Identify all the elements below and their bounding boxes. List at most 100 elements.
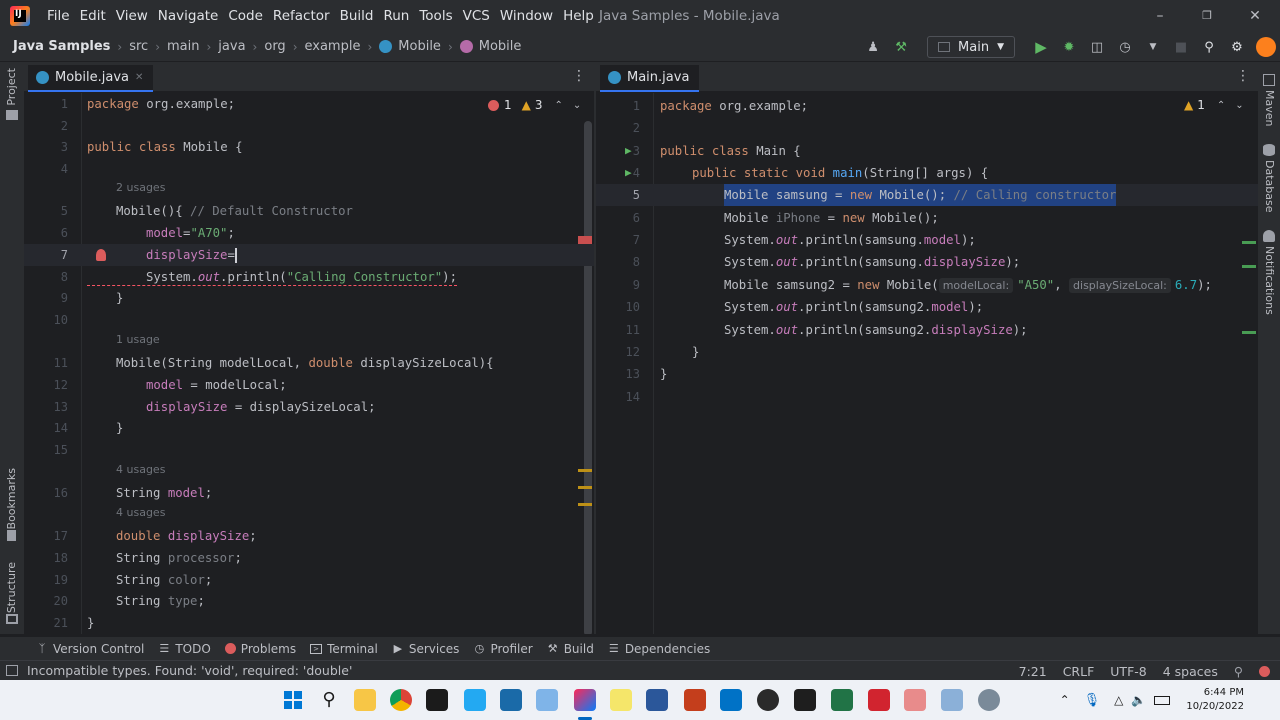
code-line[interactable]: 1 package org.example; (24, 93, 594, 115)
code-line[interactable]: 12 model = modelLocal; (24, 374, 594, 396)
coverage-icon[interactable]: ◫ (1088, 38, 1106, 56)
build-hammer-icon[interactable]: ⚒ (892, 38, 910, 56)
settings-gear-icon[interactable] (978, 689, 1000, 711)
breadcrumb-org[interactable]: org (264, 39, 285, 54)
code-line[interactable]: 17 double displaySize; (24, 525, 594, 547)
code-line[interactable]: 1 package org.example; (596, 95, 1258, 117)
tool-dependencies[interactable]: ☰ Dependencies (608, 642, 710, 656)
breadcrumb-project[interactable]: Java Samples (13, 39, 110, 54)
more-vertical-icon[interactable]: ⋮ (572, 68, 586, 84)
warning-stripe-mark[interactable] (578, 469, 592, 472)
minimize-icon[interactable]: – (1150, 6, 1170, 26)
menu-window[interactable]: Window (495, 8, 558, 24)
excel-icon[interactable] (831, 689, 853, 711)
usages-hint[interactable]: 1 usage (116, 333, 160, 346)
ide-features-icon[interactable] (1256, 37, 1276, 57)
search-icon[interactable]: ⚲ (1200, 38, 1218, 56)
code-line[interactable]: 11 Mobile(String modelLocal, double displ… (24, 352, 594, 374)
tool-profiler[interactable]: ◷ Profiler (473, 642, 533, 656)
status-message[interactable]: Incompatible types. Found: 'void', requi… (27, 663, 352, 678)
code-line[interactable]: 3 ▶ public class Main { (596, 140, 1258, 162)
profile-icon[interactable]: ◷ (1116, 38, 1134, 56)
code-line[interactable]: 11 System.out.println(samsung2.displaySiz… (596, 319, 1258, 341)
close-icon[interactable]: ✕ (1245, 6, 1265, 26)
file-explorer-icon[interactable] (354, 689, 376, 711)
usages-hint[interactable]: 4 usages (116, 463, 165, 476)
code-line[interactable]: 3 public class Mobile { (24, 136, 594, 158)
user-icon[interactable]: ♟ (864, 38, 882, 56)
bookmark-icon[interactable] (7, 530, 16, 541)
breadcrumb-class[interactable]: Mobile (379, 39, 441, 54)
breadcrumb-java[interactable]: java (218, 39, 245, 54)
unlock-icon[interactable]: ⚲ (1234, 664, 1243, 679)
more-run-icon[interactable]: ▼ (1144, 38, 1162, 56)
database-tool-button[interactable]: Database (1263, 160, 1276, 213)
error-face-icon[interactable] (1259, 665, 1270, 677)
more-vertical-icon[interactable]: ⋮ (1236, 68, 1250, 84)
code-line[interactable]: 13} (596, 363, 1258, 385)
code-line[interactable]: 8 System.out.println(samsung.displaySize)… (596, 251, 1258, 273)
caret-position[interactable]: 7:21 (1019, 664, 1047, 679)
code-line[interactable]: 15 (24, 439, 594, 461)
project-folder-icon[interactable] (6, 110, 18, 120)
breadcrumb-method[interactable]: Mobile (459, 39, 521, 54)
app-icon[interactable] (536, 689, 558, 711)
bookmarks-tool-button[interactable]: Bookmarks (5, 468, 18, 529)
vscode-icon[interactable] (464, 689, 486, 711)
tab-close-icon[interactable]: ✕ (135, 72, 143, 83)
run-gutter-icon[interactable]: ▶ (625, 140, 632, 162)
code-line[interactable]: 20 String type; (24, 590, 594, 612)
chrome-icon[interactable] (390, 689, 412, 711)
settings-gear-icon[interactable]: ⚙ (1228, 38, 1246, 56)
wifi-icon[interactable]: △ (1114, 693, 1123, 707)
code-line[interactable]: 6 Mobile iPhone = new Mobile(); (596, 207, 1258, 229)
breadcrumb-main[interactable]: main (167, 39, 199, 54)
terminal-app-icon[interactable] (426, 689, 448, 711)
menu-run[interactable]: Run (378, 8, 414, 24)
project-tool-button[interactable]: Project (5, 68, 18, 106)
powerpoint-icon[interactable] (684, 689, 706, 711)
usages-hint[interactable]: 4 usages (116, 506, 165, 519)
code-line[interactable]: 4 (24, 158, 594, 180)
tab-main-java[interactable]: Main.java (600, 65, 700, 92)
code-line[interactable]: 6 model="A70"; (24, 222, 594, 244)
code-line[interactable]: 16 String model; (24, 482, 594, 504)
windows-start-icon[interactable] (282, 689, 304, 711)
app-icon[interactable] (868, 689, 890, 711)
app-icon[interactable] (794, 689, 816, 711)
menu-tools[interactable]: Tools (414, 8, 457, 24)
stop-icon[interactable]: ■ (1172, 38, 1190, 56)
menu-code[interactable]: Code (223, 8, 268, 24)
debug-icon[interactable]: ✹ (1060, 38, 1078, 56)
code-line[interactable]: 7 System.out.println(samsung.model); (596, 229, 1258, 251)
code-line[interactable]: 2 (596, 117, 1258, 139)
code-line[interactable]: 9} (24, 287, 594, 309)
code-area[interactable]: ▲ 1 ⌃ ⌄ 1 package org.example; 2 3 ▶ public… (596, 93, 1258, 634)
tool-terminal[interactable]: > Terminal (310, 642, 378, 656)
code-line[interactable]: 10 System.out.println(samsung2.model); (596, 296, 1258, 318)
code-line[interactable]: 10 (24, 309, 594, 331)
indent-setting[interactable]: 4 spaces (1163, 664, 1218, 679)
breadcrumb-src[interactable]: src (129, 39, 148, 54)
tab-mobile-java[interactable]: Mobile.java ✕ (28, 65, 154, 92)
code-line[interactable]: 18 String processor; (24, 547, 594, 569)
microphone-icon[interactable]: 🎙 (1084, 693, 1101, 708)
maven-icon[interactable] (1263, 74, 1275, 86)
code-line[interactable]: 12} (596, 341, 1258, 363)
menu-navigate[interactable]: Navigate (153, 8, 224, 24)
menu-view[interactable]: View (111, 8, 153, 24)
code-line[interactable]: 14 (596, 386, 1258, 408)
menu-edit[interactable]: Edit (75, 8, 111, 24)
app-icon[interactable] (610, 689, 632, 711)
search-icon[interactable]: ⚲ (318, 689, 340, 711)
line-separator[interactable]: CRLF (1063, 664, 1095, 679)
tool-build[interactable]: ⚒ Build (547, 642, 594, 656)
clock[interactable]: 6:44 PM 10/20/2022 (1186, 686, 1244, 714)
bell-icon[interactable] (1263, 230, 1275, 242)
menu-file[interactable]: File (42, 8, 75, 24)
code-line[interactable]: 2 (24, 115, 594, 137)
status-panel-icon[interactable] (6, 665, 18, 676)
run-icon[interactable]: ▶ (1032, 38, 1050, 56)
tool-version-control[interactable]: ᛉ Version Control (36, 642, 145, 656)
tool-problems[interactable]: Problems (224, 642, 296, 656)
